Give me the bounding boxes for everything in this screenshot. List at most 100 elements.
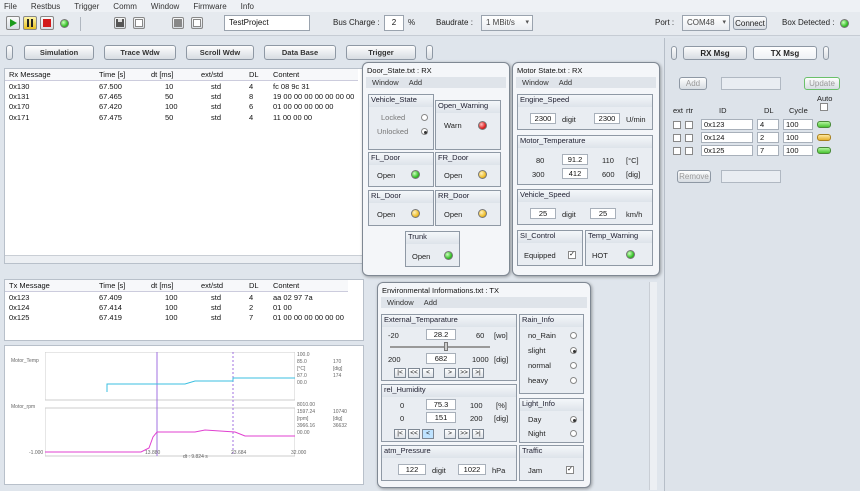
table-header: Rx Message Time [s] dt [ms] ext/std DL C… bbox=[5, 69, 359, 81]
table-row[interactable]: 0x123 67.409 100 std 4 aa 02 97 7a bbox=[5, 292, 348, 303]
tab-scroll[interactable]: Scroll Wdw bbox=[186, 45, 254, 60]
id-field[interactable]: 0x125 bbox=[701, 145, 753, 156]
menu-firmware[interactable]: Firmware bbox=[193, 2, 226, 11]
radio-day[interactable] bbox=[570, 416, 577, 423]
menu-window[interactable]: Window bbox=[372, 78, 399, 87]
vehicle-speed-panel: Vehicle_Speed 25 digit 25 km/h bbox=[517, 189, 653, 225]
baudrate-value: 1 MBit/s bbox=[486, 18, 515, 27]
play-button[interactable] bbox=[6, 16, 20, 30]
traffic-checkbox[interactable]: ✓ bbox=[566, 466, 574, 474]
nav-last-button[interactable]: >| bbox=[472, 429, 484, 439]
remove-button[interactable]: Remove bbox=[677, 170, 711, 183]
tab-simulation[interactable]: Simulation bbox=[24, 45, 94, 60]
cycle-field[interactable]: 100 bbox=[783, 119, 813, 130]
nav-back-button[interactable]: < bbox=[422, 429, 434, 439]
panel-scroll-left[interactable] bbox=[671, 46, 677, 60]
id-field[interactable]: 0x124 bbox=[701, 132, 753, 143]
menu-restbus[interactable]: Restbus bbox=[31, 2, 60, 11]
tx-row[interactable]: 0x125 7 100 bbox=[671, 145, 841, 157]
tab-tx-msg[interactable]: TX Msg bbox=[753, 46, 817, 60]
update-button[interactable]: Update bbox=[804, 77, 840, 90]
pause-button[interactable] bbox=[23, 16, 37, 30]
save-button[interactable] bbox=[114, 17, 126, 29]
nav-fast-forward-button[interactable]: >> bbox=[458, 429, 470, 439]
radio-normal[interactable] bbox=[570, 362, 577, 369]
menu-window[interactable]: Window bbox=[387, 298, 414, 307]
menu-comm[interactable]: Comm bbox=[113, 2, 137, 11]
si-control-checkbox[interactable]: ✓ bbox=[568, 251, 576, 259]
tab-trigger[interactable]: Trigger bbox=[346, 45, 416, 60]
rx-horizontal-scrollbar[interactable] bbox=[5, 255, 363, 263]
tab-trace[interactable]: Trace Wdw bbox=[104, 45, 176, 60]
panel-scroll-right[interactable] bbox=[823, 46, 829, 60]
nav-first-button[interactable]: |< bbox=[394, 429, 406, 439]
table-row[interactable]: 0x171 67.475 50 std 4 11 00 00 00 bbox=[5, 112, 358, 123]
cycle-field[interactable]: 100 bbox=[783, 145, 813, 156]
nav-last-button[interactable]: >| bbox=[472, 368, 484, 378]
auto-checkbox[interactable] bbox=[820, 103, 828, 111]
connect-button[interactable]: Connect bbox=[733, 16, 767, 30]
menu-add[interactable]: Add bbox=[424, 298, 437, 307]
port-select[interactable]: COM48 ▾ bbox=[682, 15, 730, 31]
menu-add[interactable]: Add bbox=[409, 78, 422, 87]
workspace-vertical-scrollbar[interactable] bbox=[649, 282, 657, 490]
menu-trigger[interactable]: Trigger bbox=[74, 2, 99, 11]
new-button[interactable] bbox=[133, 17, 145, 29]
window-button[interactable] bbox=[172, 17, 184, 29]
radio-unlocked[interactable] bbox=[421, 128, 428, 135]
dl-select[interactable]: 4 bbox=[757, 119, 779, 130]
temp-slider-thumb[interactable] bbox=[444, 342, 448, 351]
rtr-checkbox[interactable] bbox=[685, 147, 693, 155]
nav-fast-forward-button[interactable]: >> bbox=[458, 368, 470, 378]
radio-heavy[interactable] bbox=[570, 377, 577, 384]
project-name-field[interactable]: TestProject bbox=[224, 15, 310, 31]
tx-row[interactable]: 0x123 4 100 bbox=[671, 119, 841, 131]
tab-rx-msg[interactable]: RX Msg bbox=[683, 46, 747, 60]
nav-back-button[interactable]: < bbox=[422, 368, 434, 378]
table-row[interactable]: 0x125 67.419 100 std 7 01 00 00 00 00 00 00 bbox=[5, 313, 348, 324]
rtr-checkbox[interactable] bbox=[685, 134, 693, 142]
radio-no-rain[interactable] bbox=[570, 332, 577, 339]
menu-add[interactable]: Add bbox=[559, 78, 572, 87]
tx-status-led bbox=[817, 134, 831, 143]
add-button[interactable]: Add bbox=[679, 77, 707, 90]
dl-select[interactable]: 2 bbox=[757, 132, 779, 143]
panel-button[interactable] bbox=[191, 17, 203, 29]
nav-forward-button[interactable]: > bbox=[444, 368, 456, 378]
stop-button[interactable] bbox=[40, 16, 54, 30]
table-row[interactable]: 0x170 67.420 100 std 6 01 00 00 00 00 00 bbox=[5, 102, 358, 113]
radio-night[interactable] bbox=[570, 430, 577, 437]
add-input[interactable] bbox=[721, 77, 781, 90]
menu-info[interactable]: Info bbox=[241, 2, 254, 11]
tx-row[interactable]: 0x124 2 100 bbox=[671, 132, 841, 144]
motor-temperature-panel: Motor_Temperature 80 91.2 110 [°C] 300 4… bbox=[517, 135, 653, 185]
radio-slight[interactable] bbox=[570, 347, 577, 354]
unit-hpa: hPa bbox=[492, 466, 506, 475]
table-row[interactable]: 0x130 67.500 10 std 4 fc 08 9c 31 bbox=[5, 81, 358, 92]
baudrate-select[interactable]: 1 MBit/s ▾ bbox=[481, 15, 533, 31]
remove-input[interactable] bbox=[721, 170, 781, 183]
nav-forward-button[interactable]: > bbox=[444, 429, 456, 439]
graph-right-axis-bottom-2: 10740 [dig] 36632 bbox=[333, 409, 347, 429]
id-field[interactable]: 0x123 bbox=[701, 119, 753, 130]
rtr-checkbox[interactable] bbox=[685, 121, 693, 129]
ext-checkbox[interactable] bbox=[673, 147, 681, 155]
graph-plot[interactable] bbox=[45, 352, 295, 462]
nav-fast-back-button[interactable]: << bbox=[408, 429, 420, 439]
menu-window[interactable]: Window bbox=[522, 78, 549, 87]
nav-fast-back-button[interactable]: << bbox=[408, 368, 420, 378]
ext-checkbox[interactable] bbox=[673, 121, 681, 129]
tab-scroll-right[interactable] bbox=[426, 45, 433, 60]
menu-file[interactable]: File bbox=[4, 2, 17, 11]
table-row[interactable]: 0x131 67.465 50 std 8 19 00 00 00 00 00 00 00 bbox=[5, 91, 358, 102]
table-row[interactable]: 0x124 67.414 100 std 2 01 00 bbox=[5, 302, 348, 313]
tab-scroll-left[interactable] bbox=[6, 45, 13, 60]
cycle-field[interactable]: 100 bbox=[783, 132, 813, 143]
nav-first-button[interactable]: |< bbox=[394, 368, 406, 378]
temp-slider[interactable] bbox=[390, 346, 490, 348]
dl-select[interactable]: 7 bbox=[757, 145, 779, 156]
tab-database[interactable]: Data Base bbox=[264, 45, 336, 60]
menu-window[interactable]: Window bbox=[151, 2, 179, 11]
ext-checkbox[interactable] bbox=[673, 134, 681, 142]
radio-locked[interactable] bbox=[421, 114, 428, 121]
